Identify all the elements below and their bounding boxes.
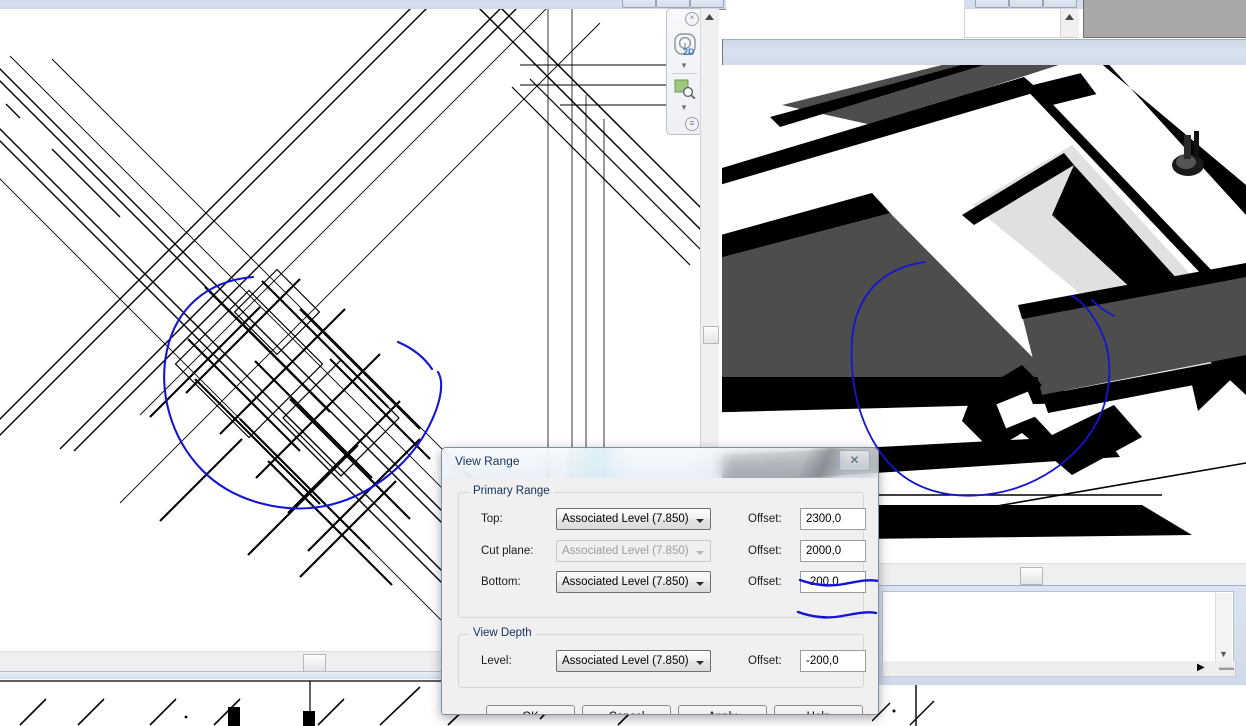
three-d-view-title-bar[interactable] xyxy=(722,39,1246,67)
primary-range-group: Primary Range Top: Associated Level (7.8… xyxy=(458,485,866,618)
bottom-offset-input[interactable]: -200,0 xyxy=(800,571,866,593)
bottom-level-value: Associated Level (7.850) xyxy=(562,576,689,588)
secondary-view-scrollbar[interactable] xyxy=(1060,9,1079,37)
scroll-up-arrow-icon[interactable] xyxy=(701,9,718,26)
top-level-value: Associated Level (7.850) xyxy=(562,513,689,525)
view-depth-offset-label: Offset: xyxy=(748,655,782,667)
title-bar-glass-highlight xyxy=(562,448,632,478)
ok-button[interactable]: OK xyxy=(486,705,575,714)
maximize-button-secondary[interactable] xyxy=(1009,0,1043,8)
view-range-dialog[interactable]: View Range ✕ Primary Range Top: Associat… xyxy=(441,447,879,715)
close-button[interactable] xyxy=(690,0,724,8)
navbar-2d-label: 2D xyxy=(683,47,695,57)
chevron-down-icon xyxy=(691,542,709,560)
dialog-close-icon[interactable]: ✕ xyxy=(839,450,870,471)
nested-view-vertical-scrollbar[interactable]: ▼ xyxy=(1215,593,1232,661)
chevron-down-icon[interactable] xyxy=(691,573,709,591)
top-row-label: Top: xyxy=(481,513,503,525)
scroll-up-arrow-icon[interactable] xyxy=(1061,9,1078,26)
horizontal-scroll-thumb[interactable] xyxy=(303,654,326,672)
three-d-view-horizontal-scrollbar[interactable] xyxy=(872,563,1246,586)
navbar-grip-icon[interactable]: ≡ xyxy=(685,117,699,131)
dialog-title: View Range xyxy=(455,454,520,468)
zoom-region-icon[interactable] xyxy=(674,79,696,100)
mouse-cursor-icon: ▶ xyxy=(1197,662,1205,673)
minimize-button[interactable] xyxy=(622,0,656,8)
chevron-down-icon[interactable] xyxy=(691,652,709,670)
nested-view-client-area[interactable]: ▼ xyxy=(882,591,1234,663)
view-depth-group: View Depth Level: Associated Level (7.85… xyxy=(458,627,866,688)
ribbon-gray-panel xyxy=(1083,0,1246,38)
top-offset-input[interactable]: 2300,0 xyxy=(800,508,866,530)
bottom-offset-label: Offset: xyxy=(748,576,782,588)
cut-plane-offset-input[interactable]: 2000,0 xyxy=(800,540,866,562)
cut-plane-row-label: Cut plane: xyxy=(481,545,534,557)
chevron-down-icon[interactable] xyxy=(691,510,709,528)
scroll-down-arrow-icon[interactable]: ▼ xyxy=(1219,649,1228,659)
bottom-level-combobox[interactable]: Associated Level (7.850) xyxy=(556,571,711,593)
view-depth-offset-input[interactable]: -200,0 xyxy=(800,650,866,672)
cut-plane-offset-label: Offset: xyxy=(748,545,782,557)
top-level-combobox[interactable]: Associated Level (7.850) xyxy=(556,508,711,530)
cancel-button[interactable]: Cancel xyxy=(582,705,671,714)
nested-view-status-bar xyxy=(882,661,1236,677)
dialog-title-bar[interactable]: View Range ✕ xyxy=(442,448,878,478)
close-button-secondary[interactable] xyxy=(1043,0,1077,8)
primary-range-group-title: Primary Range xyxy=(469,485,554,497)
navbar-close-icon[interactable]: × xyxy=(685,12,699,26)
maximize-button[interactable] xyxy=(656,0,690,8)
bottom-row-label: Bottom: xyxy=(481,576,521,588)
navbar-divider xyxy=(672,73,697,74)
cut-plane-level-value: Associated Level (7.850) xyxy=(562,545,689,557)
nested-view-window: ▼ ▶ ▬▬ xyxy=(872,585,1246,686)
revit-application-window: × 2D ▼ ▼ ≡ ▼ ▶ ▬▬ View Range ✕ Primary R… xyxy=(0,0,1246,726)
view-depth-level-combobox[interactable]: Associated Level (7.850) xyxy=(556,650,711,672)
view-depth-level-value: Associated Level (7.850) xyxy=(562,655,689,667)
dialog-body: Primary Range Top: Associated Level (7.8… xyxy=(442,478,878,714)
vertical-scroll-thumb[interactable] xyxy=(703,326,719,344)
help-button[interactable]: Help xyxy=(774,705,863,714)
horizontal-scroll-thumb[interactable] xyxy=(1020,567,1043,585)
navbar-zoom-chevron-down-icon[interactable]: ▼ xyxy=(680,103,688,112)
view-depth-group-title: View Depth xyxy=(469,627,536,639)
top-offset-label: Offset: xyxy=(748,513,782,525)
apply-button[interactable]: Apply xyxy=(678,705,767,714)
cut-plane-level-combobox: Associated Level (7.850) xyxy=(556,540,711,562)
navigation-bar[interactable]: × 2D ▼ ▼ ≡ xyxy=(666,8,703,135)
level-row-label: Level: xyxy=(481,655,512,667)
minimize-button-secondary[interactable] xyxy=(975,0,1009,8)
resize-grip-icon[interactable]: ▬▬ xyxy=(1219,663,1234,672)
plan-view-lower-right-strip xyxy=(872,685,1246,726)
navbar-wheel-chevron-down-icon[interactable]: ▼ xyxy=(680,61,688,70)
